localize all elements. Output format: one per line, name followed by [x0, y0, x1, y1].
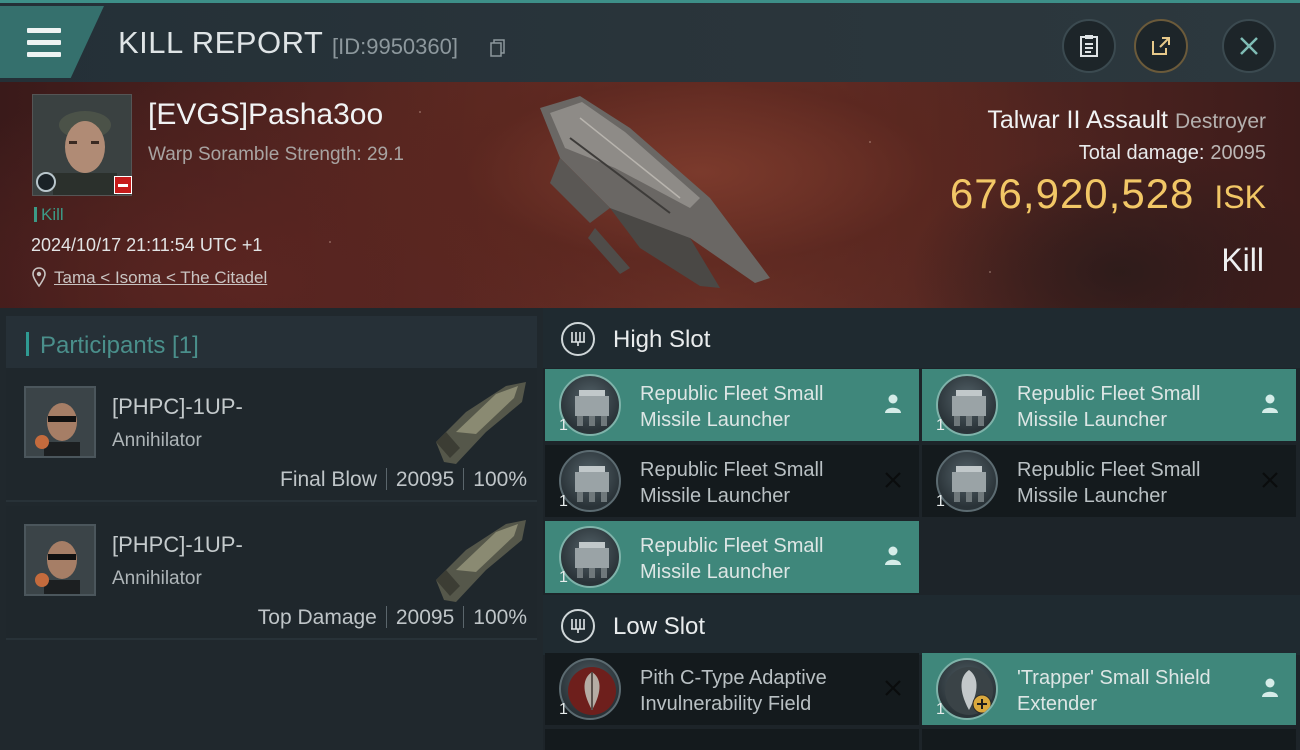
missile-launcher-icon: [559, 450, 621, 512]
copy-icon[interactable]: [490, 39, 506, 57]
participant-role: Top Damage: [257, 606, 377, 629]
slot-icon: [561, 322, 595, 356]
participants-panel: Participants [1] [PHPC]-1UP- Annihilator…: [0, 308, 543, 750]
page-title: KILL REPORT: [118, 25, 324, 60]
module-card[interactable]: 1 Republic Fleet Small Missile Launcher: [922, 445, 1296, 517]
module-card-partial[interactable]: [545, 729, 919, 750]
missile-launcher-icon: [936, 374, 998, 436]
total-damage: Total damage: 20095: [1079, 142, 1266, 165]
participant-name[interactable]: [PHPC]-1UP-: [112, 532, 243, 558]
module-quantity: 1: [936, 493, 945, 510]
kill-datetime: 2024/10/17 21:11:54 UTC +1: [31, 235, 263, 255]
clipboard-button[interactable]: [1062, 19, 1116, 73]
close-button[interactable]: [1222, 19, 1276, 73]
module-card[interactable]: 1 Republic Fleet Small Missile Launcher: [922, 369, 1296, 441]
participant-percent: 100%: [473, 468, 527, 491]
total-damage-label: Total damage:: [1078, 142, 1205, 164]
ship-image: [540, 96, 770, 288]
module-name: Republic Fleet Small Missile Launcher: [640, 459, 824, 507]
module-card[interactable]: 1 'Trapper' Small Shield Extender: [922, 653, 1296, 725]
shield-extender-icon: [936, 658, 998, 720]
module-name: Republic Fleet Small Missile Launcher: [640, 535, 824, 583]
total-damage-value: 20095: [1210, 142, 1266, 164]
participants-header[interactable]: Participants [1]: [6, 316, 537, 372]
module-name: Republic Fleet Small Missile Launcher: [1017, 459, 1201, 507]
kill-result-label: Kill: [1221, 242, 1264, 278]
participants-title: Participants [1]: [40, 332, 199, 359]
location-icon: [32, 267, 46, 287]
module-name: 'Trapper' Small Shield Extender: [1017, 667, 1211, 715]
fitting-panel: High Slot 1 Republic Fleet Small Missile …: [543, 308, 1300, 750]
participant-role: Final Blow: [280, 468, 377, 491]
module-name: Republic Fleet Small Missile Launcher: [640, 383, 824, 431]
module-card[interactable]: 1 Republic Fleet Small Missile Launcher: [545, 521, 919, 593]
victim-subtitle: Warp Soramble Strength: 29.1: [148, 144, 404, 165]
slot-icon: [561, 609, 595, 643]
kill-location-link[interactable]: Tama < Isoma < The Citadel: [54, 268, 267, 288]
participant-row[interactable]: [PHPC]-1UP- Annihilator Top Damage 20095 1…: [6, 506, 537, 640]
kill-banner: [EVGS]Pasha3oo Warp Soramble Strength: 2…: [0, 82, 1300, 308]
kill-tag: Kill: [34, 205, 64, 225]
isk-value: 676,920,528 ISK: [950, 170, 1266, 218]
pilot-icon: [885, 394, 901, 413]
module-quantity: 1: [559, 493, 568, 510]
share-icon: [1152, 37, 1170, 55]
participant-damage: 20095: [395, 606, 455, 629]
module-name: Republic Fleet Small Missile Launcher: [1017, 383, 1201, 431]
pilot-icon: [1262, 678, 1278, 697]
module-card[interactable]: 1 Republic Fleet Small Missile Launcher: [545, 369, 919, 441]
report-id: [ID:9950360]: [332, 34, 458, 59]
module-card-partial[interactable]: [922, 729, 1296, 750]
x-icon: [885, 472, 901, 488]
module-quantity: 1: [936, 701, 945, 718]
participant-percent: 100%: [473, 606, 527, 629]
participant-damage: 20095: [395, 468, 455, 491]
missile-launcher-icon: [936, 450, 998, 512]
module-card[interactable]: 1 Republic Fleet Small Missile Launcher: [545, 445, 919, 517]
participant-ship-image: [436, 382, 526, 464]
participant-name[interactable]: [PHPC]-1UP-: [112, 394, 243, 420]
top-bar: KILL REPORT [ID:9950360]: [0, 0, 1300, 82]
corp-badge: [36, 172, 56, 192]
low-slot-header: Low Slot: [543, 595, 1300, 655]
pilot-icon: [1262, 394, 1278, 413]
participant-stats: Final Blow 20095 100%: [280, 468, 527, 492]
participant-portrait-image: [26, 388, 94, 456]
x-icon: [1262, 472, 1278, 488]
participant-avatar[interactable]: [24, 386, 96, 458]
shield-hardener-icon: [559, 658, 621, 720]
ship-name[interactable]: Talwar II Assault Destroyer: [987, 106, 1266, 135]
participant-ship-image: [436, 520, 526, 602]
module-quantity: 1: [936, 417, 945, 434]
high-slot-title: High Slot: [613, 326, 711, 353]
module-quantity: 1: [559, 569, 568, 586]
missile-launcher-icon: [559, 374, 621, 436]
participant-stats: Top Damage 20095 100%: [258, 606, 527, 630]
clipboard-icon: [1080, 35, 1098, 57]
participant-avatar[interactable]: [24, 524, 96, 596]
isk-amount: 676,920,528: [949, 170, 1195, 217]
module-card[interactable]: 1 Pith C-Type Adaptive Invulnerability Fi…: [545, 653, 919, 725]
isk-unit: ISK: [1214, 179, 1266, 215]
negative-standing-badge: [114, 176, 132, 194]
ship-type: Talwar II Assault: [987, 106, 1169, 134]
participant-row[interactable]: [PHPC]-1UP- Annihilator Final Blow 20095 1…: [6, 368, 537, 502]
module-quantity: 1: [559, 417, 568, 434]
participant-portrait-image: [26, 526, 94, 594]
x-icon: [885, 680, 901, 696]
high-slot-header: High Slot: [543, 308, 1300, 368]
participant-ship: Annihilator: [112, 568, 202, 589]
ship-class: Destroyer: [1174, 110, 1266, 133]
menu-icon: [27, 28, 61, 64]
close-icon: [1240, 37, 1258, 55]
missile-launcher-icon: [559, 526, 621, 588]
module-name: Pith C-Type Adaptive Invulnerability Fiel…: [640, 667, 827, 715]
low-slot-title: Low Slot: [613, 613, 706, 640]
module-quantity: 1: [559, 701, 568, 718]
victim-name[interactable]: [EVGS]Pasha3oo: [148, 98, 383, 132]
participant-ship: Annihilator: [112, 430, 202, 451]
menu-button[interactable]: [0, 6, 104, 78]
pilot-icon: [885, 546, 901, 565]
share-button[interactable]: [1134, 19, 1188, 73]
